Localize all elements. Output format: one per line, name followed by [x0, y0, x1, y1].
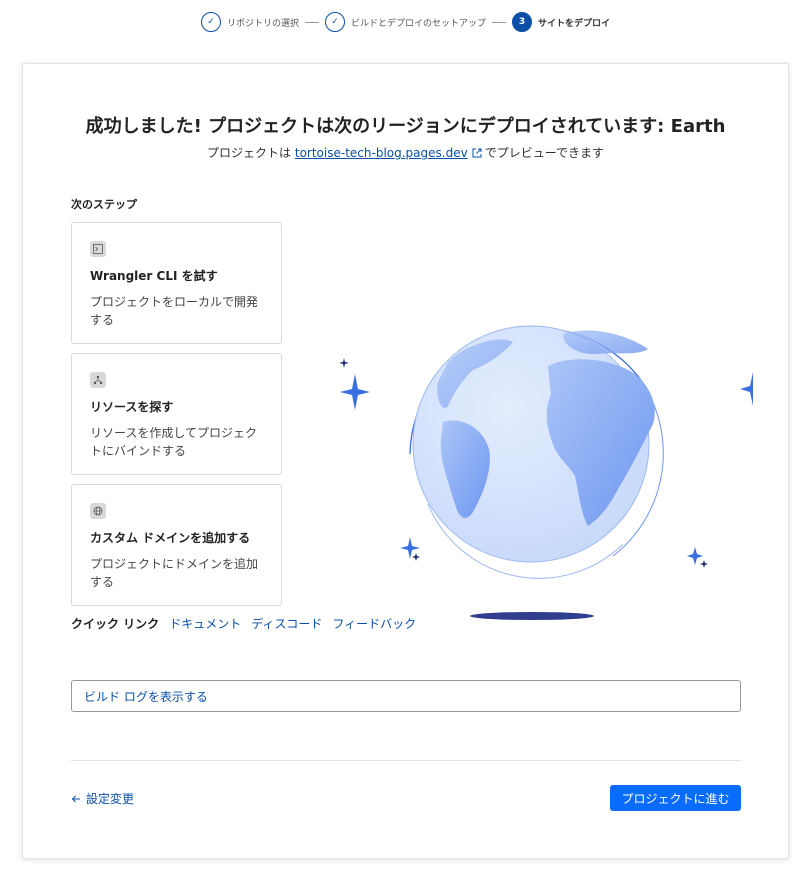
globe-icon [90, 503, 106, 519]
subtitle-suffix: でプレビューできます [484, 146, 604, 160]
change-settings-label: 設定変更 [86, 792, 135, 806]
arrow-left-icon [71, 795, 80, 802]
card-description: リソースを作成してプロジェクトにバインドする [90, 426, 258, 458]
terminal-icon [90, 241, 106, 257]
stepper-divider [304, 21, 319, 23]
docs-link[interactable]: ドキュメント [169, 615, 241, 632]
view-build-log-button[interactable]: ビルド ログを表示する [71, 680, 741, 712]
card-title: カスタム ドメインを追加する [90, 531, 251, 545]
stepper-step-select-repo: ✓ リポジトリの選択 [200, 12, 299, 32]
network-icon [90, 372, 106, 388]
card-title: Wrangler CLI を試す [90, 269, 218, 283]
stepper-step-deploy: 3 サイトをデプロイ [512, 12, 610, 32]
continue-to-project-button[interactable]: プロジェクトに進む [610, 785, 741, 811]
progress-stepper: ✓ リポジトリの選択 ✓ ビルドとデプロイのセットアップ 3 サイトをデプロイ [0, 10, 811, 34]
discord-link[interactable]: ディスコード [251, 615, 322, 632]
check-icon: ✓ [324, 12, 345, 32]
subtitle-prefix: プロジェクトは [207, 146, 292, 160]
stepper-step-label: リポジトリの選択 [226, 18, 299, 29]
footer-divider [71, 760, 741, 761]
wrangler-cli-card[interactable]: Wrangler CLI を試す プロジェクトをローカルで開発する [71, 222, 282, 344]
check-icon: ✓ [200, 12, 221, 32]
page-title: 成功しました! プロジェクトは次のリージョンにデプロイされています: Earth [85, 116, 726, 137]
stepper-divider [492, 21, 506, 23]
stepper-step-build-setup: ✓ ビルドとデプロイのセットアップ [324, 12, 486, 32]
change-settings-link[interactable]: 設定変更 [71, 790, 134, 807]
explore-resources-card[interactable]: リソースを探す リソースを作成してプロジェクトにバインドする [71, 353, 282, 475]
next-steps-heading: 次のステップ [71, 198, 137, 211]
step-number-badge: 3 [512, 12, 532, 32]
deploy-success-card: 成功しました! プロジェクトは次のリージョンにデプロイされています: Earth… [22, 63, 789, 859]
card-description: プロジェクトをローカルで開発する [90, 295, 259, 327]
card-title: リソースを探す [90, 400, 174, 414]
earth-globe-illustration [339, 325, 753, 620]
stepper-step-label: サイトをデプロイ [538, 18, 611, 29]
preview-subtitle: プロジェクトは tortoise-tech-blog.pages.dev でプレビ… [23, 144, 788, 161]
quick-links-label: クイック リンク [71, 617, 160, 631]
external-link-icon [472, 148, 482, 158]
preview-url-link[interactable]: tortoise-tech-blog.pages.dev [295, 146, 468, 160]
stepper-step-label: ビルドとデプロイのセットアップ [350, 18, 486, 29]
card-description: プロジェクトにドメインを追加する [90, 557, 259, 589]
custom-domain-card[interactable]: カスタム ドメインを追加する プロジェクトにドメインを追加する [71, 484, 282, 606]
